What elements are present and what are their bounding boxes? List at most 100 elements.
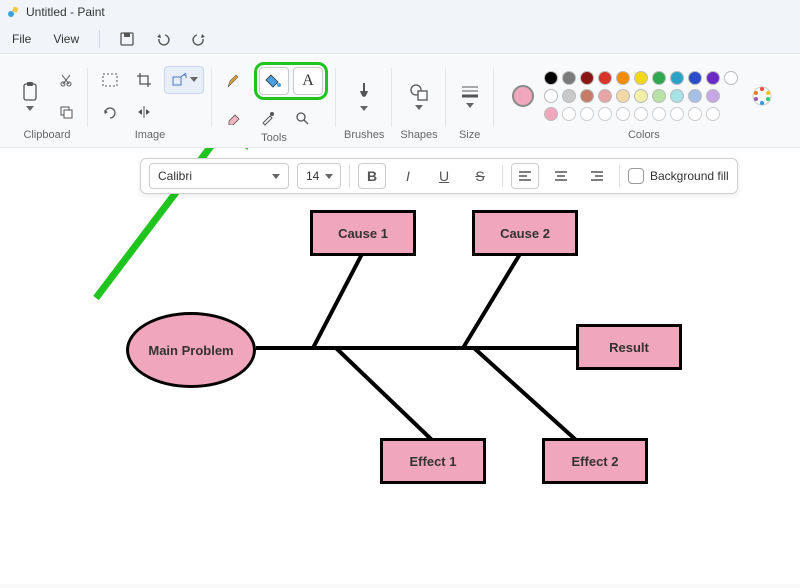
node-cause1[interactable]: Cause 1 — [310, 210, 416, 256]
text-format-toolbar: Calibri 14 B I U S Background fill — [140, 158, 738, 194]
color-swatch[interactable] — [652, 89, 666, 103]
cut-button[interactable] — [52, 66, 80, 94]
color-swatch[interactable] — [706, 71, 720, 85]
color-palette — [544, 71, 738, 121]
edit-colors-button[interactable] — [748, 82, 776, 110]
group-label: Size — [459, 129, 480, 143]
crop-button[interactable] — [130, 66, 158, 94]
group-brushes: Brushes — [336, 58, 392, 147]
color-swatch-empty[interactable] — [634, 107, 648, 121]
highlight-annotation: A — [254, 62, 328, 100]
node-cause2[interactable]: Cause 2 — [472, 210, 578, 256]
color-swatch[interactable] — [634, 71, 648, 85]
group-label: Colors — [628, 129, 660, 143]
menu-view[interactable]: View — [47, 28, 85, 50]
group-label: Shapes — [400, 129, 437, 143]
color-swatch-empty[interactable] — [598, 107, 612, 121]
color-swatch[interactable] — [544, 107, 558, 121]
node-label: Main Problem — [148, 343, 233, 358]
group-colors: Colors — [494, 58, 794, 147]
select-button[interactable] — [96, 66, 124, 94]
background-fill-toggle[interactable]: Background fill — [628, 168, 729, 184]
brushes-button[interactable] — [348, 76, 380, 116]
rotate-button[interactable] — [96, 98, 124, 126]
group-clipboard: Clipboard — [6, 58, 88, 147]
canvas[interactable]: Main Problem Cause 1 Cause 2 Result Effe… — [0, 148, 800, 584]
node-label: Cause 1 — [338, 226, 388, 241]
title-bar: Untitled - Paint — [0, 0, 800, 24]
resize-button[interactable] — [164, 66, 204, 94]
redo-button[interactable] — [186, 26, 212, 52]
shapes-button[interactable] — [403, 76, 435, 116]
color-swatch[interactable] — [724, 71, 738, 85]
color-swatch[interactable] — [670, 71, 684, 85]
color-swatch[interactable] — [562, 89, 576, 103]
color-swatch-empty[interactable] — [670, 107, 684, 121]
color-swatch[interactable] — [688, 71, 702, 85]
group-shapes: Shapes — [392, 58, 445, 147]
group-label: Tools — [261, 132, 287, 146]
color-swatch[interactable] — [706, 89, 720, 103]
window-title: Untitled - Paint — [26, 5, 105, 19]
color-swatch-empty[interactable] — [688, 107, 702, 121]
undo-button[interactable] — [150, 26, 176, 52]
node-effect1[interactable]: Effect 1 — [380, 438, 486, 484]
align-center-button[interactable] — [547, 163, 575, 189]
color-picker-tool[interactable] — [254, 104, 282, 132]
ribbon: Clipboard Image — [0, 54, 800, 148]
eraser-tool[interactable] — [220, 104, 248, 132]
selected-color[interactable] — [512, 85, 534, 107]
group-label: Image — [135, 129, 166, 143]
app-icon — [6, 5, 20, 19]
text-tool[interactable]: A — [293, 67, 323, 95]
node-label: Effect 2 — [572, 454, 619, 469]
group-tools: A Tools — [212, 58, 336, 147]
color-swatch-empty[interactable] — [562, 107, 576, 121]
underline-button[interactable]: U — [430, 163, 458, 189]
save-button[interactable] — [114, 26, 140, 52]
align-left-button[interactable] — [511, 163, 539, 189]
color-swatch[interactable] — [688, 89, 702, 103]
bg-fill-label: Background fill — [650, 169, 729, 183]
color-swatch[interactable] — [580, 71, 594, 85]
align-right-button[interactable] — [583, 163, 611, 189]
node-label: Result — [609, 340, 649, 355]
font-combo[interactable]: Calibri — [149, 163, 289, 189]
color-swatch-empty[interactable] — [706, 107, 720, 121]
chevron-down-icon — [26, 106, 34, 111]
node-label: Effect 1 — [410, 454, 457, 469]
node-main-problem[interactable]: Main Problem — [126, 312, 256, 388]
node-label: Cause 2 — [500, 226, 550, 241]
menu-file[interactable]: File — [6, 28, 37, 50]
color-swatch-empty[interactable] — [580, 107, 594, 121]
color-swatch[interactable] — [670, 89, 684, 103]
node-effect2[interactable]: Effect 2 — [542, 438, 648, 484]
font-size-combo[interactable]: 14 — [297, 163, 341, 189]
color-swatch[interactable] — [598, 71, 612, 85]
color-swatch[interactable] — [562, 71, 576, 85]
group-image: Image — [88, 58, 212, 147]
color-swatch[interactable] — [616, 89, 630, 103]
size-button[interactable] — [454, 76, 486, 116]
color-swatch[interactable] — [634, 89, 648, 103]
color-swatch[interactable] — [544, 71, 558, 85]
color-swatch[interactable] — [652, 71, 666, 85]
flip-button[interactable] — [130, 98, 158, 126]
magnifier-tool[interactable] — [288, 104, 316, 132]
color-swatch-empty[interactable] — [652, 107, 666, 121]
color-swatch[interactable] — [616, 71, 630, 85]
pencil-tool[interactable] — [220, 67, 248, 95]
bold-button[interactable]: B — [358, 163, 386, 189]
italic-button[interactable]: I — [394, 163, 422, 189]
node-result[interactable]: Result — [576, 324, 682, 370]
color-swatch-empty[interactable] — [616, 107, 630, 121]
color-swatch[interactable] — [544, 89, 558, 103]
group-label: Brushes — [344, 129, 384, 143]
color-swatch[interactable] — [598, 89, 612, 103]
paste-button[interactable] — [14, 76, 46, 116]
color-swatch[interactable] — [580, 89, 594, 103]
strikethrough-button[interactable]: S — [466, 163, 494, 189]
checkbox-icon — [628, 168, 644, 184]
fill-tool[interactable] — [259, 67, 289, 95]
copy-button[interactable] — [52, 98, 80, 126]
